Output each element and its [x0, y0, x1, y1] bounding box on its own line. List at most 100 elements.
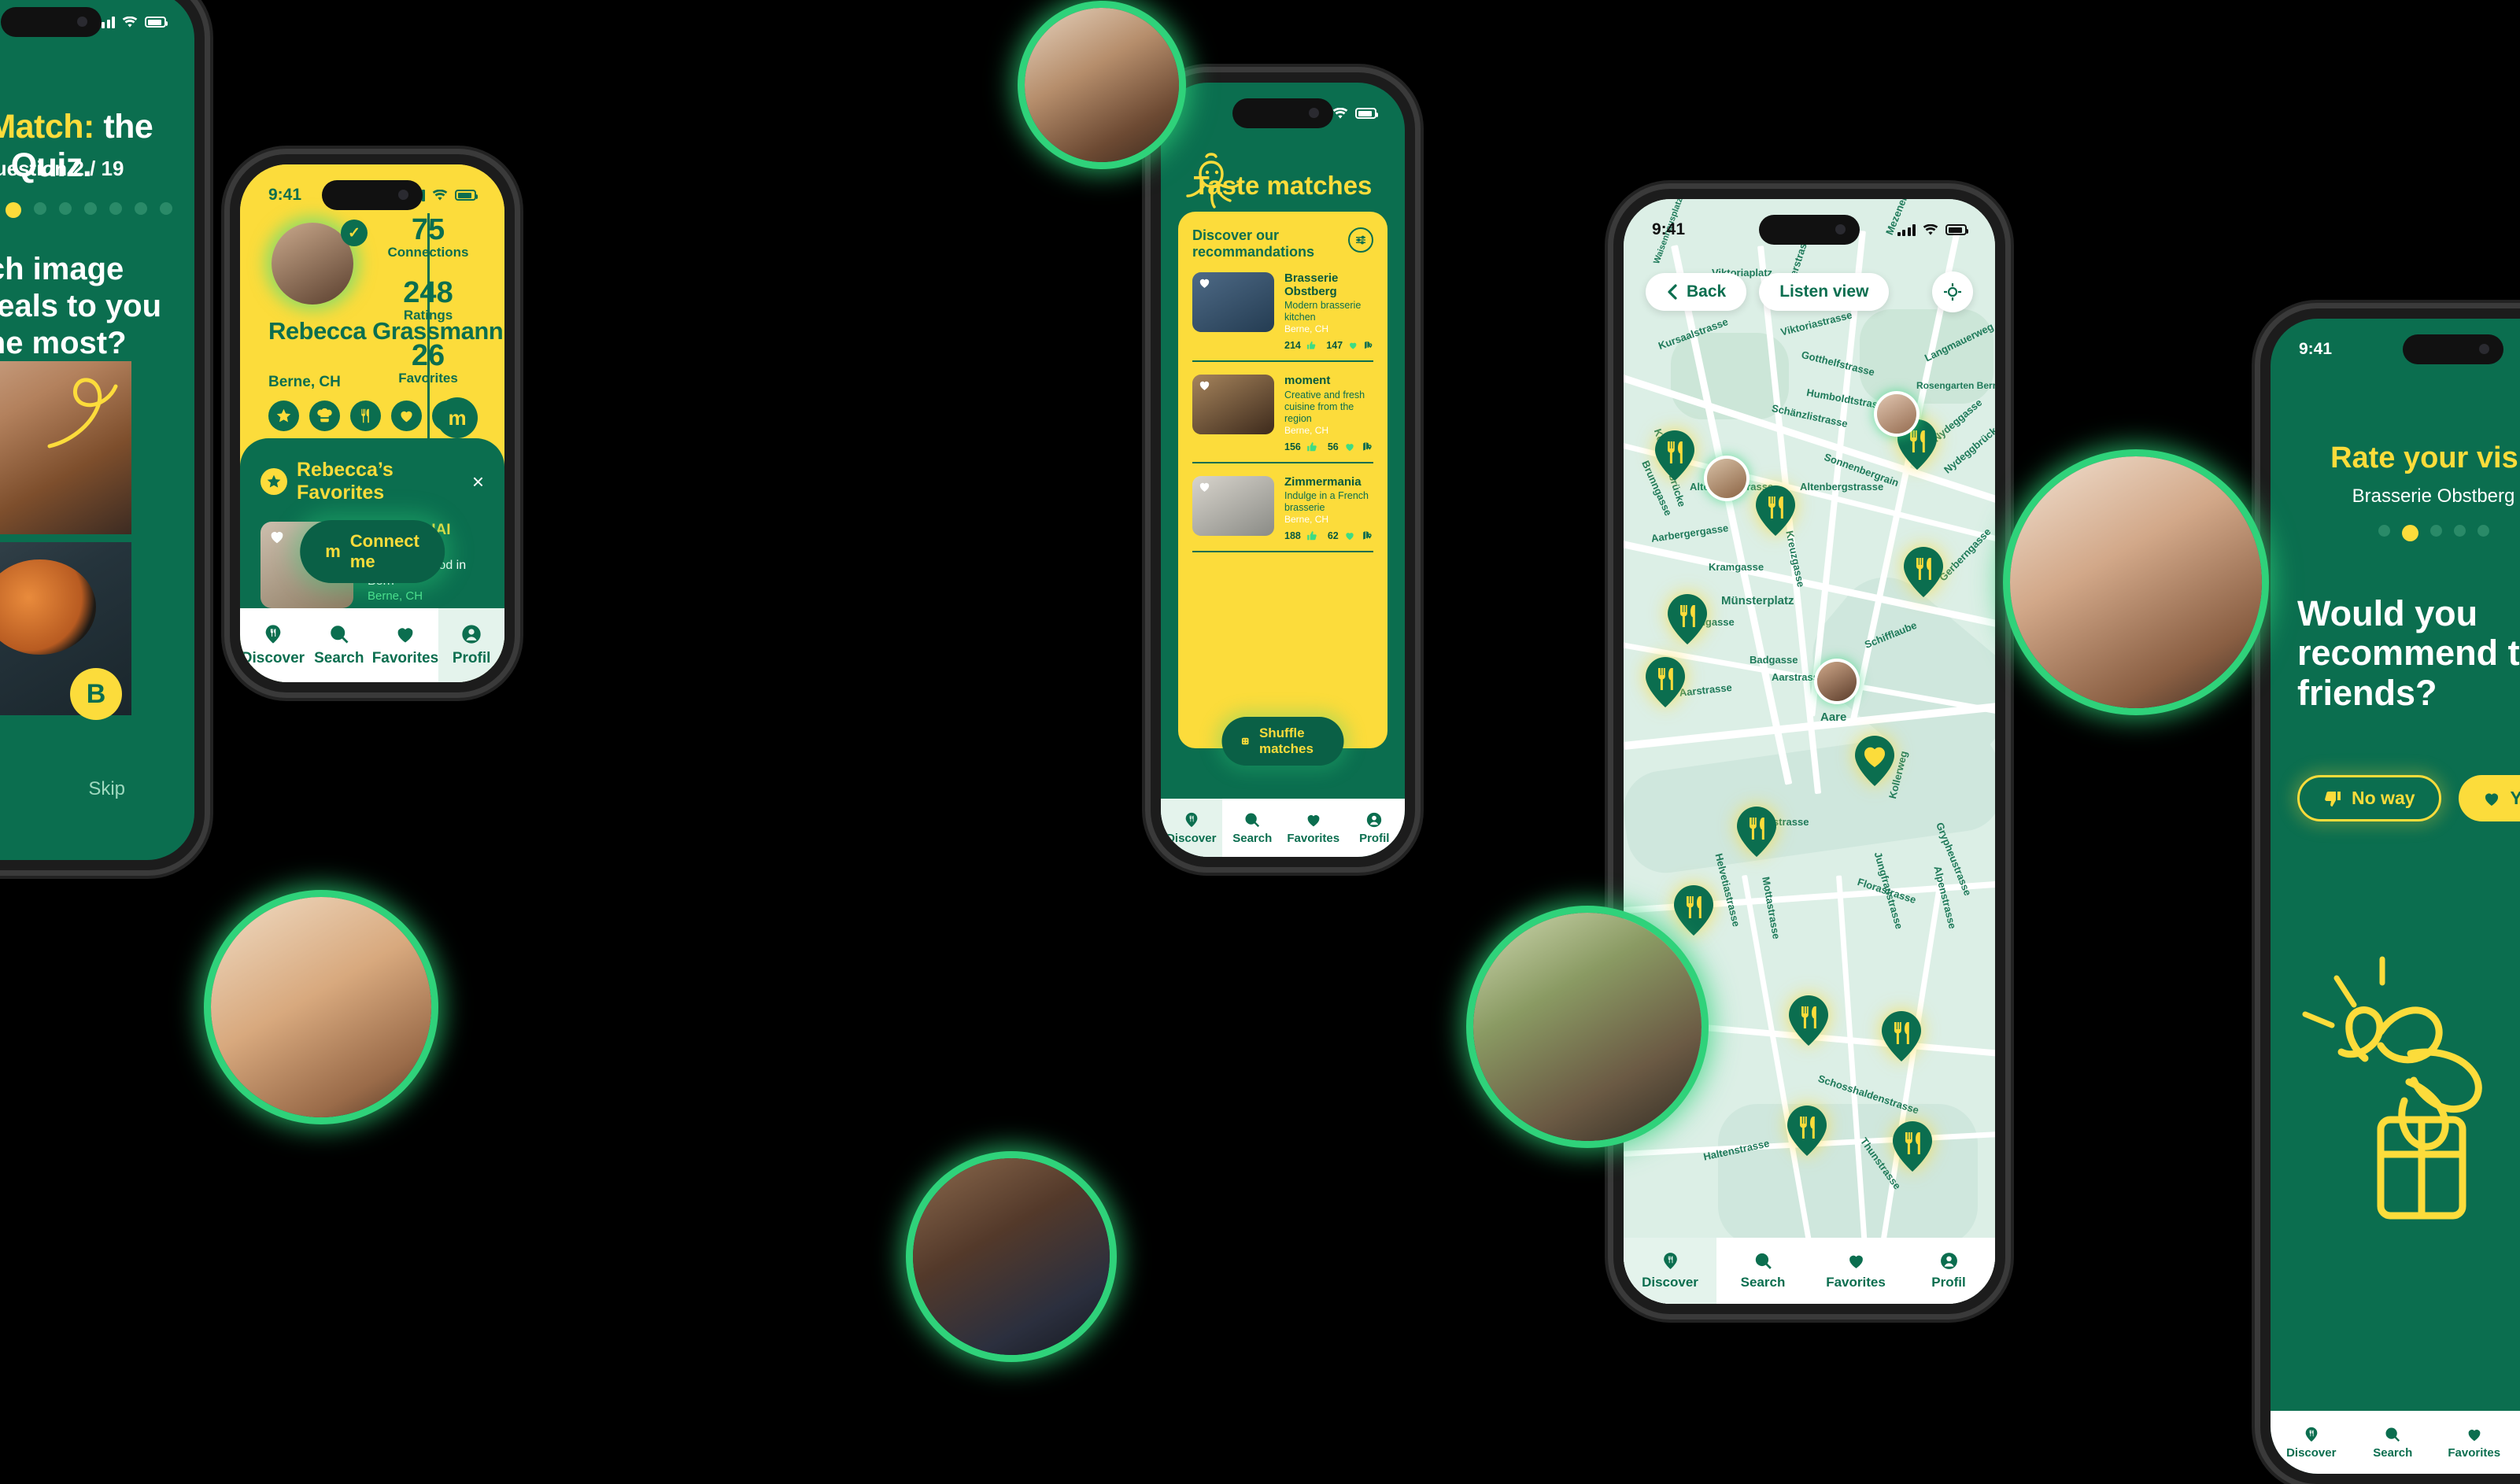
quiz-option-b-badge[interactable]: B: [70, 668, 122, 720]
map-pin-icon[interactable]: [1362, 530, 1373, 541]
nav-label: Discover: [241, 650, 305, 666]
quiz-skip-link[interactable]: Skip: [88, 778, 125, 800]
avatar-photo: [1025, 8, 1179, 162]
sidebar-item-profil[interactable]: Profil: [1902, 1238, 1995, 1304]
map-canvas[interactable]: Back Listen view Kursaalstrasse Viktoria…: [1624, 199, 1995, 1304]
restaurant-pin-icon[interactable]: [1642, 655, 1688, 709]
avatar-bubble-man-smiling[interactable]: [913, 1158, 1110, 1355]
sidebar-item-discover[interactable]: Discover: [2271, 1411, 2352, 1474]
heart-icon[interactable]: [1198, 276, 1211, 293]
sidebar-item-search[interactable]: Search: [306, 608, 372, 682]
connect-me-button[interactable]: m Connect me: [300, 520, 445, 583]
list-item[interactable]: Brasserie Obstberg Modern brasserie kitc…: [1192, 260, 1373, 363]
profile-screen: 9:41 ✓ Rebecca Grassmann Berne, CH 75 Co…: [240, 164, 504, 682]
restaurant-pin-icon[interactable]: [1652, 429, 1698, 482]
sidebar-item-favorites[interactable]: Favorites: [2433, 1411, 2515, 1474]
nav-label: Search: [2373, 1445, 2413, 1460]
sidebar-item-discover[interactable]: Discover: [1624, 1238, 1716, 1304]
stat-value: 75: [411, 213, 445, 246]
map-user-avatar[interactable]: [1707, 459, 1746, 498]
sidebar-item-favorites[interactable]: Favorites: [372, 608, 438, 682]
restaurant-pin-icon[interactable]: [1901, 545, 1946, 599]
back-button[interactable]: Back: [1646, 273, 1747, 311]
restaurant-pin-icon[interactable]: [1753, 484, 1798, 537]
sidebar-item-favorites[interactable]: Favorites: [1809, 1238, 1902, 1304]
restaurant-pin-icon[interactable]: [1665, 592, 1710, 646]
bottom-nav: Discover Search Favorites Profil: [240, 608, 504, 682]
avatar-bubble-woman-eating[interactable]: [211, 897, 431, 1117]
nav-label: Profil: [1359, 831, 1390, 845]
no-way-button[interactable]: No way: [2297, 775, 2441, 821]
person-icon: [1367, 812, 1382, 827]
list-view-button[interactable]: Listen view: [1759, 273, 1890, 311]
wifi-icon: [1332, 107, 1348, 119]
restaurant-pin-icon: [1663, 1253, 1677, 1269]
rate-dot-active: [2401, 525, 2418, 541]
verified-badge-icon: ✓: [341, 220, 368, 246]
sliders-icon[interactable]: [1348, 227, 1373, 253]
cutlery-icon[interactable]: [350, 401, 381, 431]
quiz-dot: [135, 202, 147, 215]
sidebar-item-search[interactable]: Search: [2352, 1411, 2434, 1474]
sidebar-item-discover[interactable]: Discover: [240, 608, 306, 682]
sidebar-item-profil[interactable]: Profil: [2515, 1411, 2520, 1474]
restaurant-pin-icon[interactable]: [1890, 1120, 1935, 1173]
dynamic-island: [2402, 334, 2503, 364]
avatar-bubble-woman-flowers[interactable]: [1473, 913, 1702, 1141]
crosshair-icon[interactable]: [1932, 271, 1973, 312]
nav-label: Search: [1740, 1275, 1786, 1290]
restaurant-pin-icon: [2305, 1427, 2318, 1442]
yes-button[interactable]: Yes: [2458, 775, 2520, 821]
sidebar-item-favorites[interactable]: Favorites: [1283, 799, 1344, 857]
heart-icon[interactable]: [1198, 480, 1211, 497]
venue-metrics: 214 147: [1284, 340, 1373, 351]
restaurant-pin-icon[interactable]: [1784, 1104, 1830, 1157]
status-icons: [96, 16, 168, 28]
restaurant-pin-icon: [1185, 812, 1198, 827]
map-pin-icon[interactable]: [1364, 340, 1373, 351]
venue-info: Zimmermania Indulge in a French brasseri…: [1284, 475, 1373, 542]
sidebar-item-search[interactable]: Search: [1222, 799, 1284, 857]
nav-label: Discover: [1166, 831, 1217, 845]
heart-count: 147: [1326, 340, 1343, 352]
nav-label: Search: [1232, 831, 1273, 845]
heart-icon[interactable]: [268, 528, 286, 545]
map-user-avatar[interactable]: [1817, 662, 1857, 701]
heart-pin-icon[interactable]: [1852, 734, 1897, 788]
street-label: Viktoriastrasse: [1779, 308, 1853, 338]
restaurant-pin-icon[interactable]: [1734, 805, 1779, 858]
stat-label: Favorites: [398, 371, 458, 386]
star-icon[interactable]: [268, 401, 299, 431]
restaurant-pin-icon[interactable]: [1671, 884, 1716, 937]
sidebar-item-search[interactable]: Search: [1716, 1238, 1809, 1304]
sidebar-item-discover[interactable]: Discover: [1161, 799, 1222, 857]
heart-icon[interactable]: [1198, 378, 1211, 396]
battery-icon: [1355, 108, 1378, 119]
heart-icon: [1307, 814, 1320, 826]
list-item[interactable]: Zimmermania Indulge in a French brasseri…: [1192, 463, 1373, 553]
avatar-bubble-man-glasses[interactable]: [1025, 8, 1179, 162]
favorites-header: Rebecca’s Favorites ×: [260, 459, 484, 504]
chef-hat-icon[interactable]: [309, 401, 340, 431]
map-toolbar: Back Listen view: [1646, 271, 1973, 312]
heart-icon: [2485, 792, 2498, 806]
restaurant-pin-icon[interactable]: [1879, 1010, 1924, 1063]
avatar-bubble-woman-turtleneck[interactable]: [2010, 456, 2262, 708]
nav-label: Profil: [452, 650, 491, 666]
list-item[interactable]: moment Creative and fresh cuisine from t…: [1192, 362, 1373, 463]
shuffle-matches-button[interactable]: Shuffle matches: [1221, 717, 1344, 766]
restaurant-pin-icon[interactable]: [1786, 994, 1831, 1047]
wifi-icon: [432, 189, 448, 201]
shuffle-label: Shuffle matches: [1258, 725, 1314, 756]
map-pin-icon[interactable]: [1362, 441, 1373, 452]
battery-icon: [1945, 224, 1968, 235]
heart-icon[interactable]: [391, 401, 422, 431]
like-count: 156: [1284, 441, 1301, 452]
close-icon[interactable]: ×: [472, 470, 484, 494]
like-count: 188: [1284, 530, 1301, 542]
sidebar-item-profil[interactable]: Profil: [1344, 799, 1406, 857]
dynamic-island: [1759, 215, 1860, 245]
sidebar-item-profil[interactable]: Profil: [438, 608, 504, 682]
map-user-avatar[interactable]: [1877, 394, 1916, 434]
no-way-label: No way: [2352, 788, 2415, 808]
